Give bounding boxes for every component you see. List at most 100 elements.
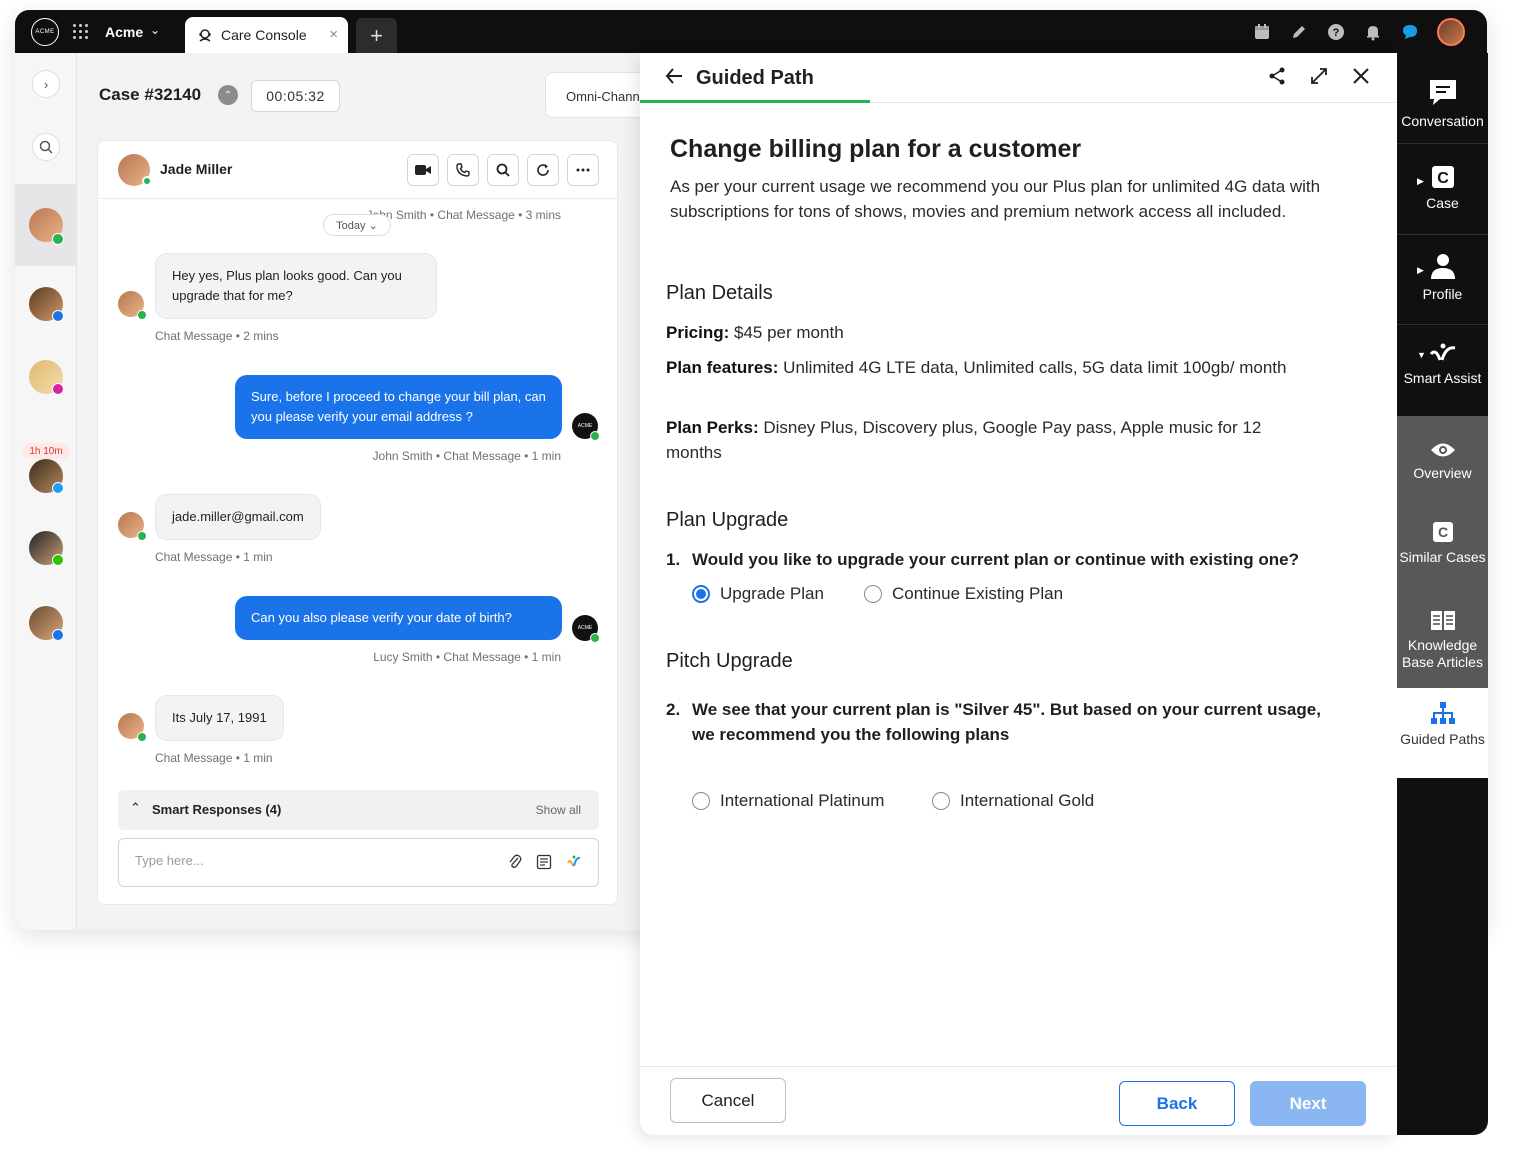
left-rail: › 1h 10m xyxy=(15,53,77,930)
radio-icon[interactable] xyxy=(692,792,710,810)
pricing-label: Pricing: xyxy=(666,323,730,342)
conversation-icon xyxy=(1397,77,1488,107)
sidebar-item-smart-assist[interactable]: ▼ Smart Assist xyxy=(1397,342,1488,387)
question-2: 2. We see that your current plan is "Sil… xyxy=(666,697,1346,747)
whatsapp-icon xyxy=(52,233,64,245)
radio-upgrade-plan[interactable]: Upgrade Plan xyxy=(692,584,824,604)
chevron-up-icon[interactable]: ⌃ xyxy=(218,85,238,105)
divider xyxy=(1397,143,1488,144)
radio-icon[interactable] xyxy=(864,585,882,603)
features-row: Plan features: Unlimited 4G LTE data, Un… xyxy=(666,355,1306,380)
tab-care-console[interactable]: Care Console × xyxy=(185,17,348,53)
chevron-down-icon[interactable]: ⌄ xyxy=(150,23,160,37)
close-icon[interactable]: × xyxy=(329,26,338,43)
perks-row: Plan Perks: Disney Plus, Discovery plus,… xyxy=(666,415,1306,465)
sidebar-item-label: Knowledge Base Articles xyxy=(1402,637,1483,670)
add-tab-button[interactable]: + xyxy=(356,18,397,53)
app-launcher-icon[interactable] xyxy=(73,24,89,40)
svg-text:C: C xyxy=(1437,524,1447,540)
option-label: Upgrade Plan xyxy=(720,584,824,603)
question-text: We see that your current plan is "Silver… xyxy=(692,700,1321,744)
cancel-button[interactable]: Cancel xyxy=(670,1078,786,1123)
profile-icon xyxy=(1397,252,1488,280)
caret-right-icon: ▶ xyxy=(1417,176,1424,186)
show-all-link[interactable]: Show all xyxy=(536,803,581,817)
next-button[interactable]: Next xyxy=(1250,1081,1366,1126)
smart-responses-bar[interactable]: ⌃ Smart Responses (4) Show all xyxy=(118,790,599,830)
date-filter-pill[interactable]: Today ⌄ xyxy=(323,214,391,236)
guided-path-header: Guided Path xyxy=(640,53,1397,103)
sidebar-item-case[interactable]: ▶ C Case xyxy=(1397,165,1488,212)
calendar-icon[interactable] xyxy=(1252,22,1272,42)
chevron-up-icon[interactable]: ⌃ xyxy=(130,800,141,816)
sidebar-item-conversation[interactable]: Conversation xyxy=(1397,77,1488,130)
features-label: Plan features: xyxy=(666,358,779,377)
smart-assist-icon[interactable] xyxy=(566,854,582,875)
radio-international-gold[interactable]: International Gold xyxy=(932,791,1094,811)
video-call-icon[interactable] xyxy=(407,154,439,186)
help-icon[interactable]: ? xyxy=(1326,22,1346,42)
perks-label: Plan Perks: xyxy=(666,418,759,437)
template-icon[interactable] xyxy=(536,854,552,875)
acme-logo[interactable]: ACME xyxy=(31,18,59,46)
panel-title: Guided Path xyxy=(696,67,814,89)
back-button[interactable]: Back xyxy=(1119,1081,1235,1126)
caret-down-icon: ▼ xyxy=(1417,350,1426,360)
question-number: 2. xyxy=(666,700,681,719)
phone-icon[interactable] xyxy=(447,154,479,186)
sidebar-item-profile[interactable]: ▶ Profile xyxy=(1397,252,1488,303)
whatsapp-icon xyxy=(137,531,147,541)
book-icon xyxy=(1397,609,1488,631)
sidebar-item-label: Profile xyxy=(1422,286,1463,302)
pitch-upgrade-heading: Pitch Upgrade xyxy=(666,650,793,672)
sidebar-item-label: Smart Assist xyxy=(1403,370,1482,386)
whatsapp-icon xyxy=(590,633,600,643)
sidebar-item-label: Case xyxy=(1426,195,1459,211)
expand-rail-button[interactable]: › xyxy=(32,70,60,98)
incoming-message: jade.miller@gmail.com xyxy=(155,494,321,540)
message-input[interactable] xyxy=(135,853,475,868)
features-value: Unlimited 4G LTE data, Unlimited calls, … xyxy=(778,358,1287,377)
refresh-icon[interactable] xyxy=(527,154,559,186)
footer-divider xyxy=(640,1066,1397,1067)
tab-label: Care Console xyxy=(221,27,307,43)
expand-icon[interactable] xyxy=(1309,66,1329,91)
plan-details-heading: Plan Details xyxy=(666,282,773,304)
sidebar-item-guided-paths[interactable]: Guided Paths xyxy=(1397,701,1488,748)
radio-international-platinum[interactable]: International Platinum xyxy=(692,791,884,811)
back-arrow-icon[interactable] xyxy=(664,66,684,91)
share-icon[interactable] xyxy=(1267,66,1287,91)
online-status-icon xyxy=(142,176,152,186)
case-icon: C xyxy=(1397,165,1488,189)
radio-icon[interactable] xyxy=(932,792,950,810)
sidebar-item-overview[interactable]: Overview xyxy=(1397,441,1488,482)
whatsapp-icon xyxy=(137,310,147,320)
outgoing-message: Can you also please verify your date of … xyxy=(235,596,562,640)
message-meta: Lucy Smith • Chat Message • 1 min xyxy=(373,650,561,664)
incoming-message: Its July 17, 1991 xyxy=(155,695,284,741)
edit-icon[interactable] xyxy=(1289,22,1309,42)
attachment-icon[interactable] xyxy=(508,854,522,875)
sidebar-item-knowledge-base[interactable]: Knowledge Base Articles xyxy=(1397,609,1488,671)
question-number: 1. xyxy=(666,550,681,569)
whatsapp-icon xyxy=(137,732,147,742)
hierarchy-icon xyxy=(1397,701,1488,725)
chat-bubble-icon[interactable] xyxy=(1400,22,1420,42)
org-switcher[interactable]: Acme xyxy=(105,24,143,40)
smart-responses-label: Smart Responses (4) xyxy=(152,802,282,817)
eye-icon xyxy=(1397,441,1488,459)
more-options-icon[interactable] xyxy=(567,154,599,186)
svg-text:?: ? xyxy=(1333,27,1340,39)
radio-selected-icon[interactable] xyxy=(692,585,710,603)
radio-continue-existing[interactable]: Continue Existing Plan xyxy=(864,584,1063,604)
caret-right-icon: ▶ xyxy=(1417,265,1424,275)
message-composer xyxy=(118,838,599,887)
close-icon[interactable] xyxy=(1351,66,1371,91)
bell-icon[interactable] xyxy=(1363,22,1383,42)
search-icon[interactable] xyxy=(487,154,519,186)
user-avatar[interactable] xyxy=(1437,18,1465,46)
smart-assist-icon xyxy=(1397,342,1488,364)
search-icon[interactable] xyxy=(32,133,60,161)
message-meta: Chat Message • 1 min xyxy=(155,550,273,564)
sidebar-item-similar-cases[interactable]: C Similar Cases xyxy=(1397,521,1488,566)
